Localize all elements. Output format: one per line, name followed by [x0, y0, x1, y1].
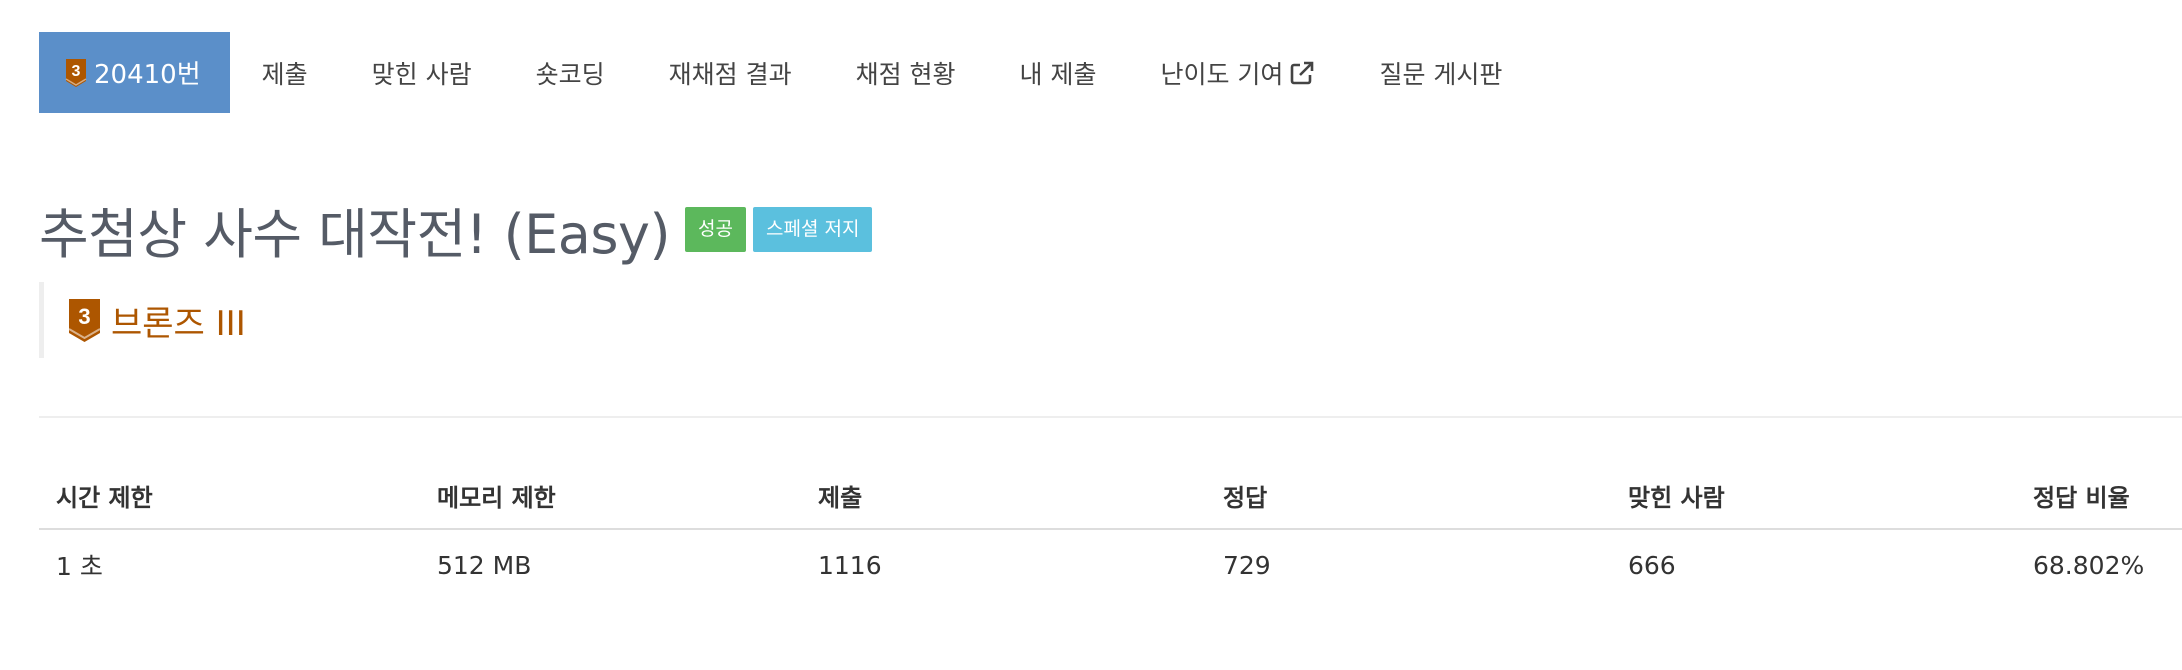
- problem-tab-nav: 3 20410번 제출 맞힌 사람 숏코딩 재채점 결과 채점 현황 내 제출 …: [39, 32, 1534, 113]
- tab-difficulty-contribution[interactable]: 난이도 기여: [1128, 32, 1347, 113]
- header-time-limit: 시간 제한: [39, 462, 420, 530]
- solved-users-value: 666: [1628, 550, 1676, 580]
- tab-short-coding[interactable]: 숏코딩: [504, 32, 637, 113]
- header-solved-users: 맞힌 사람: [1611, 462, 2016, 530]
- tab-label: 난이도 기여: [1160, 59, 1284, 89]
- tab-label: 맞힌 사람: [371, 59, 472, 89]
- external-link-icon: [1291, 61, 1314, 84]
- tab-label: 숏코딩: [535, 59, 605, 89]
- time-limit-value: 1 초: [56, 552, 103, 581]
- tab-label: 내 제출: [1019, 59, 1097, 89]
- bronze-tier-icon: 3: [65, 58, 87, 87]
- problem-info-table: 시간 제한 메모리 제한 제출 정답 맞힌 사람 정답 비율 1 초 512 M…: [39, 462, 2182, 600]
- tab-label: 재채점 결과: [668, 59, 792, 89]
- accepted-value: 729: [1223, 550, 1271, 580]
- header-submissions: 제출: [801, 462, 1206, 530]
- success-badge: 성공: [685, 207, 746, 252]
- tab-solved-users[interactable]: 맞힌 사람: [340, 32, 504, 113]
- tier-icon-number: 3: [78, 304, 90, 329]
- tab-problem[interactable]: 3 20410번: [39, 32, 230, 113]
- problem-title: 추첨상 사수 대작전! (Easy): [39, 203, 671, 266]
- bronze-tier-icon: 3: [68, 298, 101, 342]
- tab-submit[interactable]: 제출: [230, 32, 340, 113]
- tab-judge-status[interactable]: 채점 현황: [824, 32, 988, 113]
- table-row: 1 초 512 MB 1116 729 666 68.802%: [39, 529, 2182, 600]
- header-accepted: 정답: [1206, 462, 1611, 530]
- tab-rejudge-results[interactable]: 재채점 결과: [637, 32, 824, 113]
- tab-label: 20410번: [94, 60, 201, 90]
- problem-page: 3 20410번 제출 맞힌 사람 숏코딩 재채점 결과 채점 현황 내 제출 …: [0, 0, 2182, 670]
- special-judge-badge: 스페셜 저지: [753, 207, 873, 252]
- header-accept-ratio: 정답 비율: [2016, 462, 2182, 530]
- accept-ratio-value: 68.802%: [2033, 550, 2145, 580]
- section-divider: [39, 416, 2182, 418]
- tab-label: 제출: [261, 59, 308, 89]
- tab-label: 채점 현황: [855, 59, 956, 89]
- tab-my-submissions[interactable]: 내 제출: [988, 32, 1129, 113]
- tier-icon-number: 3: [72, 63, 81, 80]
- header-memory-limit: 메모리 제한: [420, 462, 801, 530]
- tab-question-board[interactable]: 질문 게시판: [1347, 32, 1534, 113]
- table-header-row: 시간 제한 메모리 제한 제출 정답 맞힌 사람 정답 비율: [39, 462, 2182, 530]
- memory-limit-value: 512 MB: [437, 550, 532, 580]
- submissions-value: 1116: [818, 550, 882, 580]
- tab-label: 질문 게시판: [1379, 59, 1503, 89]
- problem-tier: 3 브론즈 III: [39, 282, 246, 358]
- tier-name[interactable]: 브론즈 III: [111, 296, 246, 345]
- problem-title-row: 추첨상 사수 대작전! (Easy) 성공 스페셜 저지: [39, 190, 873, 269]
